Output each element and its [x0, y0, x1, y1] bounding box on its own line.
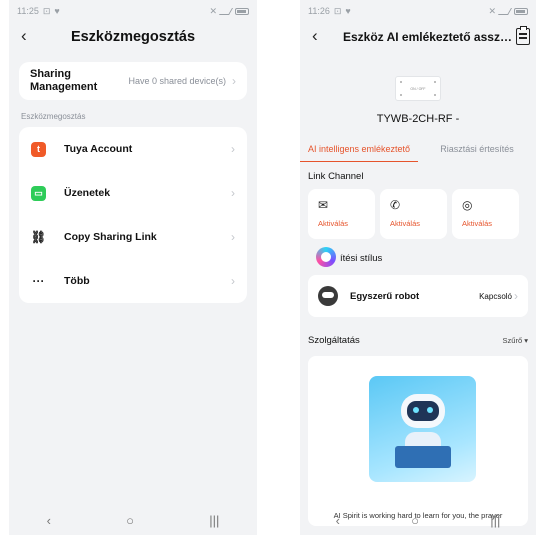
ai-orb-icon[interactable]: [316, 247, 336, 267]
whatsapp-icon: ◎: [462, 198, 473, 212]
home-key-icon[interactable]: ○: [411, 513, 419, 528]
filter-dropdown[interactable]: Szűrő ▾: [503, 336, 528, 345]
share-option-tuya[interactable]: t Tuya Account ›: [19, 127, 247, 171]
link-icon: ⛓: [30, 230, 47, 244]
heart-icon: ♥: [345, 6, 351, 16]
home-key-icon[interactable]: ○: [126, 513, 134, 528]
sharing-management-row[interactable]: Sharing Management Have 0 shared device(…: [19, 62, 247, 100]
ai-reminder-screen: 11:26 ⊡ ♥ ✕ ‹ Eszköz AI emlékeztető assz…: [300, 0, 536, 535]
channel-action: Aktiválás: [390, 219, 421, 228]
messages-icon: ▭: [31, 185, 46, 201]
chevron-right-icon: ›: [232, 74, 236, 88]
device-image: ON / OFF: [395, 76, 441, 101]
status-bar: 11:26 ⊡ ♥ ✕: [300, 0, 536, 22]
chevron-right-icon: ›: [231, 230, 235, 244]
status-time: 11:25: [17, 6, 39, 16]
services-label: Szolgáltatás: [308, 335, 360, 346]
link-channel-label: Link Channel: [308, 171, 364, 182]
share-options-list: t Tuya Account › ▭ Üzenetek › ⛓ Copy Sha…: [19, 127, 247, 303]
tab-alarm-notification[interactable]: Riasztási értesítés: [418, 138, 536, 162]
robot-style-row[interactable]: Egyszerű robot Kapcsoló ›: [308, 275, 528, 317]
shared-device-count: Have 0 shared device(s): [128, 76, 226, 86]
recents-key-icon[interactable]: |||: [209, 513, 219, 528]
back-key-icon[interactable]: ‹: [47, 513, 51, 528]
more-icon: ···: [32, 274, 45, 288]
battery-icon: [514, 7, 528, 15]
chevron-right-icon: ›: [231, 274, 235, 288]
chevron-right-icon: ›: [231, 142, 235, 156]
page-title: Eszköz AI emlékeztető asszi...: [343, 30, 513, 44]
notification-icon: ⊡: [333, 5, 342, 16]
channel-email[interactable]: ✉ Aktiválás: [308, 189, 375, 239]
chevron-right-icon: ›: [231, 186, 235, 200]
mute-icon: ✕: [209, 5, 217, 16]
share-option-label: Tuya Account: [64, 143, 133, 155]
share-option-more[interactable]: ··· Több ›: [19, 259, 247, 303]
chevron-right-icon: ›: [514, 289, 518, 303]
share-option-label: Copy Sharing Link: [64, 231, 157, 243]
heart-icon: ♥: [54, 6, 60, 16]
back-arrow-icon[interactable]: ‹: [312, 26, 332, 48]
robot-name: Egyszerű robot: [350, 290, 420, 302]
signal-icon: [497, 7, 513, 15]
channel-action: Aktiválás: [318, 219, 349, 228]
system-nav-bar: ‹ ○ |||: [300, 505, 536, 535]
phone-call-icon: ✆: [390, 198, 401, 212]
tab-ai-reminder[interactable]: AI intelligens emlékeztető: [300, 138, 418, 162]
share-option-label: Több: [64, 275, 90, 287]
share-option-copy-link[interactable]: ⛓ Copy Sharing Link ›: [19, 215, 247, 259]
channel-action: Aktiválás: [462, 219, 493, 228]
sharing-screen: 11:25 ⊡ ♥ ✕ ‹ Eszközmegosztás Sharing Ma…: [9, 0, 257, 535]
status-bar: 11:25 ⊡ ♥ ✕: [9, 0, 257, 22]
mute-icon: ✕: [488, 5, 496, 16]
notification-style-row: ítési stílus: [300, 244, 536, 272]
share-option-label: Üzenetek: [64, 187, 111, 199]
services-header: Szolgáltatás Szűrő ▾: [308, 335, 528, 346]
robot-value: Kapcsoló: [479, 291, 512, 301]
system-nav-bar: ‹ ○ |||: [9, 505, 257, 535]
nav-bar: ‹ Eszköz AI emlékeztető asszi...: [300, 22, 536, 52]
filter-label: Szűrő: [502, 336, 523, 345]
device-badge: ON / OFF: [410, 86, 426, 91]
recents-key-icon[interactable]: |||: [490, 513, 500, 528]
notification-icon: ⊡: [42, 5, 51, 16]
share-option-messages[interactable]: ▭ Üzenetek ›: [19, 171, 247, 215]
section-label: Eszközmegosztás: [21, 112, 86, 121]
nav-bar: ‹ Eszközmegosztás: [9, 22, 257, 52]
channel-phone[interactable]: ✆ Aktiválás: [380, 189, 447, 239]
back-key-icon[interactable]: ‹: [336, 513, 340, 528]
clipboard-icon[interactable]: [516, 26, 530, 45]
channel-whatsapp[interactable]: ◎ Aktiválás: [452, 189, 519, 239]
notification-style-label: ítési stílus: [340, 252, 383, 264]
ai-robot-illustration: [369, 376, 476, 482]
ai-spirit-card: AI Spirit is working hard to learn for y…: [308, 356, 528, 526]
robot-icon: [318, 286, 338, 306]
status-time: 11:26: [308, 6, 330, 16]
sharing-management-label: Sharing Management: [30, 68, 98, 93]
signal-icon: [218, 7, 234, 15]
mail-icon: ✉: [318, 198, 329, 212]
tab-bar: AI intelligens emlékeztető Riasztási ért…: [300, 138, 536, 162]
battery-icon: [235, 7, 249, 15]
link-channels: ✉ Aktiválás ✆ Aktiválás ◎ Aktiválás: [308, 189, 536, 239]
device-name: TYWB-2CH-RF -: [376, 113, 460, 125]
page-title: Eszközmegosztás: [70, 29, 196, 45]
tuya-icon: t: [31, 141, 46, 157]
back-arrow-icon[interactable]: ‹: [21, 26, 41, 48]
